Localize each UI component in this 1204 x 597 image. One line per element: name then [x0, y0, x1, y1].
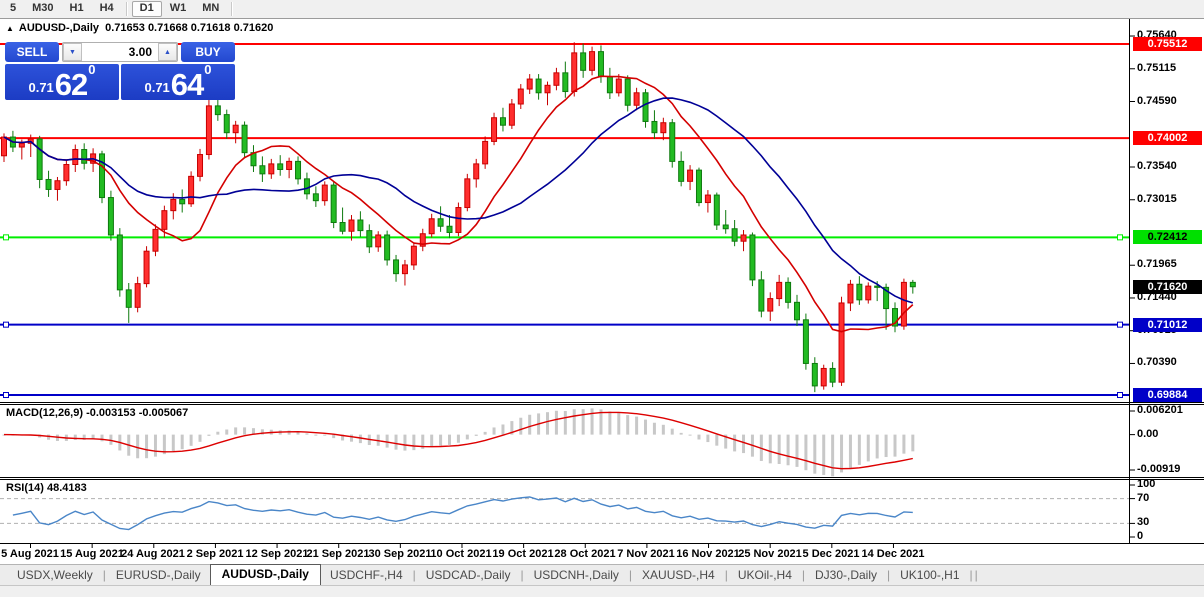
sell-price-prefix: 0.71: [28, 80, 54, 95]
chart-tab-audusd-daily[interactable]: AUDUSD-,Daily: [209, 564, 321, 585]
chart-tab-usdchf-h4[interactable]: USDCHF-,H4: [321, 566, 412, 585]
timeframe-toolbar: 5 M30 H1 H4 D1 W1 MN: [0, 0, 1204, 19]
buy-price-sup: 0: [204, 62, 212, 77]
macd-axis-label: -0.00919: [1137, 463, 1181, 475]
rsi-axis-label: 0: [1137, 530, 1144, 542]
date-label: 10 Oct 2021: [430, 548, 492, 560]
price-badge-0.71012: 0.71012: [1133, 318, 1202, 332]
sell-price-sup: 0: [88, 62, 96, 77]
one-click-trade-widget: SELL ▼ 3.00 ▲ BUY 0.71 62 0 0.71 64 0: [5, 42, 235, 100]
date-label: 12 Sep 2021: [245, 548, 309, 560]
price-tick-label: 0.71965: [1137, 258, 1177, 270]
macd-values: -0.003153 -0.005067: [86, 407, 189, 419]
price-badge-0.74002: 0.74002: [1133, 131, 1202, 145]
volume-increase-icon[interactable]: ▲: [158, 43, 177, 61]
timeframe-button-M30[interactable]: M30: [24, 0, 61, 18]
chart-tab-xauusd-h4[interactable]: XAUUSD-,H4: [633, 566, 724, 585]
timeframe-button-W1[interactable]: W1: [162, 0, 195, 18]
chart-tabs: USDX,Weekly | EURUSD-,Daily AUDUSD-,Daily US…: [0, 564, 1204, 585]
price-badge-0.71620: 0.71620: [1133, 280, 1202, 294]
timeframe-button-5[interactable]: 5: [2, 0, 24, 18]
date-label: 16 Nov 2021: [676, 548, 740, 560]
sell-price[interactable]: 0.71 62 0: [5, 62, 119, 102]
price-badge-0.72412: 0.72412: [1133, 230, 1202, 244]
date-label: 14 Dec 2021: [861, 548, 925, 560]
rsi-value: 48.4183: [46, 482, 87, 494]
sell-price-big: 62: [54, 67, 88, 102]
date-label: 28 Oct 2021: [554, 548, 616, 560]
chart-tab-usdcad-daily[interactable]: USDCAD-,Daily: [417, 566, 520, 585]
volume-decrease-icon[interactable]: ▼: [63, 43, 82, 61]
rsi-axis-label: 70: [1137, 492, 1150, 504]
price-badge-0.69884: 0.69884: [1133, 388, 1202, 402]
price-tick-label: 0.75115: [1137, 62, 1177, 74]
buy-price-big: 64: [170, 67, 204, 102]
date-label: 5 Dec 2021: [802, 548, 860, 560]
toolbar-separator: [231, 2, 234, 16]
volume-input[interactable]: 3.00: [82, 43, 158, 61]
date-label: 5 Aug 2021: [1, 548, 59, 560]
macd-axis-label: 0.006201: [1137, 404, 1183, 416]
buy-price[interactable]: 0.71 64 0: [121, 62, 235, 102]
date-label: 21 Sep 2021: [306, 548, 370, 560]
date-label: 30 Sep 2021: [368, 548, 432, 560]
price-tick-label: 0.73540: [1137, 160, 1177, 172]
chart-collapse-icon[interactable]: ▲: [6, 24, 14, 33]
price-tick-label: 0.70390: [1137, 356, 1177, 368]
volume-stepper: ▼ 3.00 ▲: [62, 42, 178, 62]
date-label: 15 Aug 2021: [60, 548, 124, 560]
chart-ohlc-values: 0.71653 0.71668 0.71618 0.71620: [105, 22, 274, 34]
date-label: 19 Oct 2021: [492, 548, 554, 560]
buy-button[interactable]: BUY: [181, 42, 235, 62]
toolbar-separator: [125, 2, 128, 16]
rsi-indicator-label: RSI(14) 48.4183: [6, 482, 87, 494]
chart-tab-dj30-daily[interactable]: DJ30-,Daily: [806, 566, 886, 585]
chart-header: ▲ AUDUSD-,Daily 0.71653 0.71668 0.71618 0…: [6, 22, 273, 34]
date-label: 24 Aug 2021: [121, 548, 185, 560]
price-tick-label: 0.73015: [1137, 193, 1177, 205]
buy-price-prefix: 0.71: [144, 80, 170, 95]
timeframe-button-H1[interactable]: H1: [62, 0, 92, 18]
rsi-axis-label: 30: [1137, 516, 1150, 528]
rsi-axis-label: 100: [1137, 478, 1156, 490]
timeframe-button-MN[interactable]: MN: [194, 0, 227, 18]
sell-button[interactable]: SELL: [5, 42, 59, 62]
macd-axis-label: 0.00: [1137, 428, 1159, 440]
tab-separator: |: [974, 568, 978, 582]
macd-label: MACD(12,26,9): [6, 407, 84, 419]
timeframe-button-D1[interactable]: D1: [131, 1, 162, 17]
chart-tab-eurusd-daily[interactable]: EURUSD-,Daily: [107, 566, 210, 585]
rsi-label: RSI(14): [6, 482, 44, 494]
date-label: 7 Nov 2021: [617, 548, 675, 560]
chart-tab-uk100-h1[interactable]: UK100-,H1: [891, 566, 968, 585]
date-label: 2 Sep 2021: [186, 548, 244, 560]
chart-tab-usdx-weekly[interactable]: USDX,Weekly: [8, 566, 102, 585]
chart-title: AUDUSD-,Daily: [18, 22, 99, 34]
chart-tab-usdcnh-daily[interactable]: USDCNH-,Daily: [525, 566, 628, 585]
macd-indicator-label: MACD(12,26,9) -0.003153 -0.005067: [6, 407, 188, 419]
price-badge-0.75512: 0.75512: [1133, 37, 1202, 51]
timeframe-button-H4[interactable]: H4: [92, 0, 122, 18]
price-tick-label: 0.74590: [1137, 95, 1177, 107]
date-label: 25 Nov 2021: [738, 548, 802, 560]
chart-tab-ukoil-h4[interactable]: UKOil-,H4: [729, 566, 801, 585]
trading-platform-window: 5 M30 H1 H4 D1 W1 MN ▲ AUDUSD-,Daily 0.71653 0.…: [0, 0, 1204, 597]
status-bar: [0, 585, 1204, 597]
